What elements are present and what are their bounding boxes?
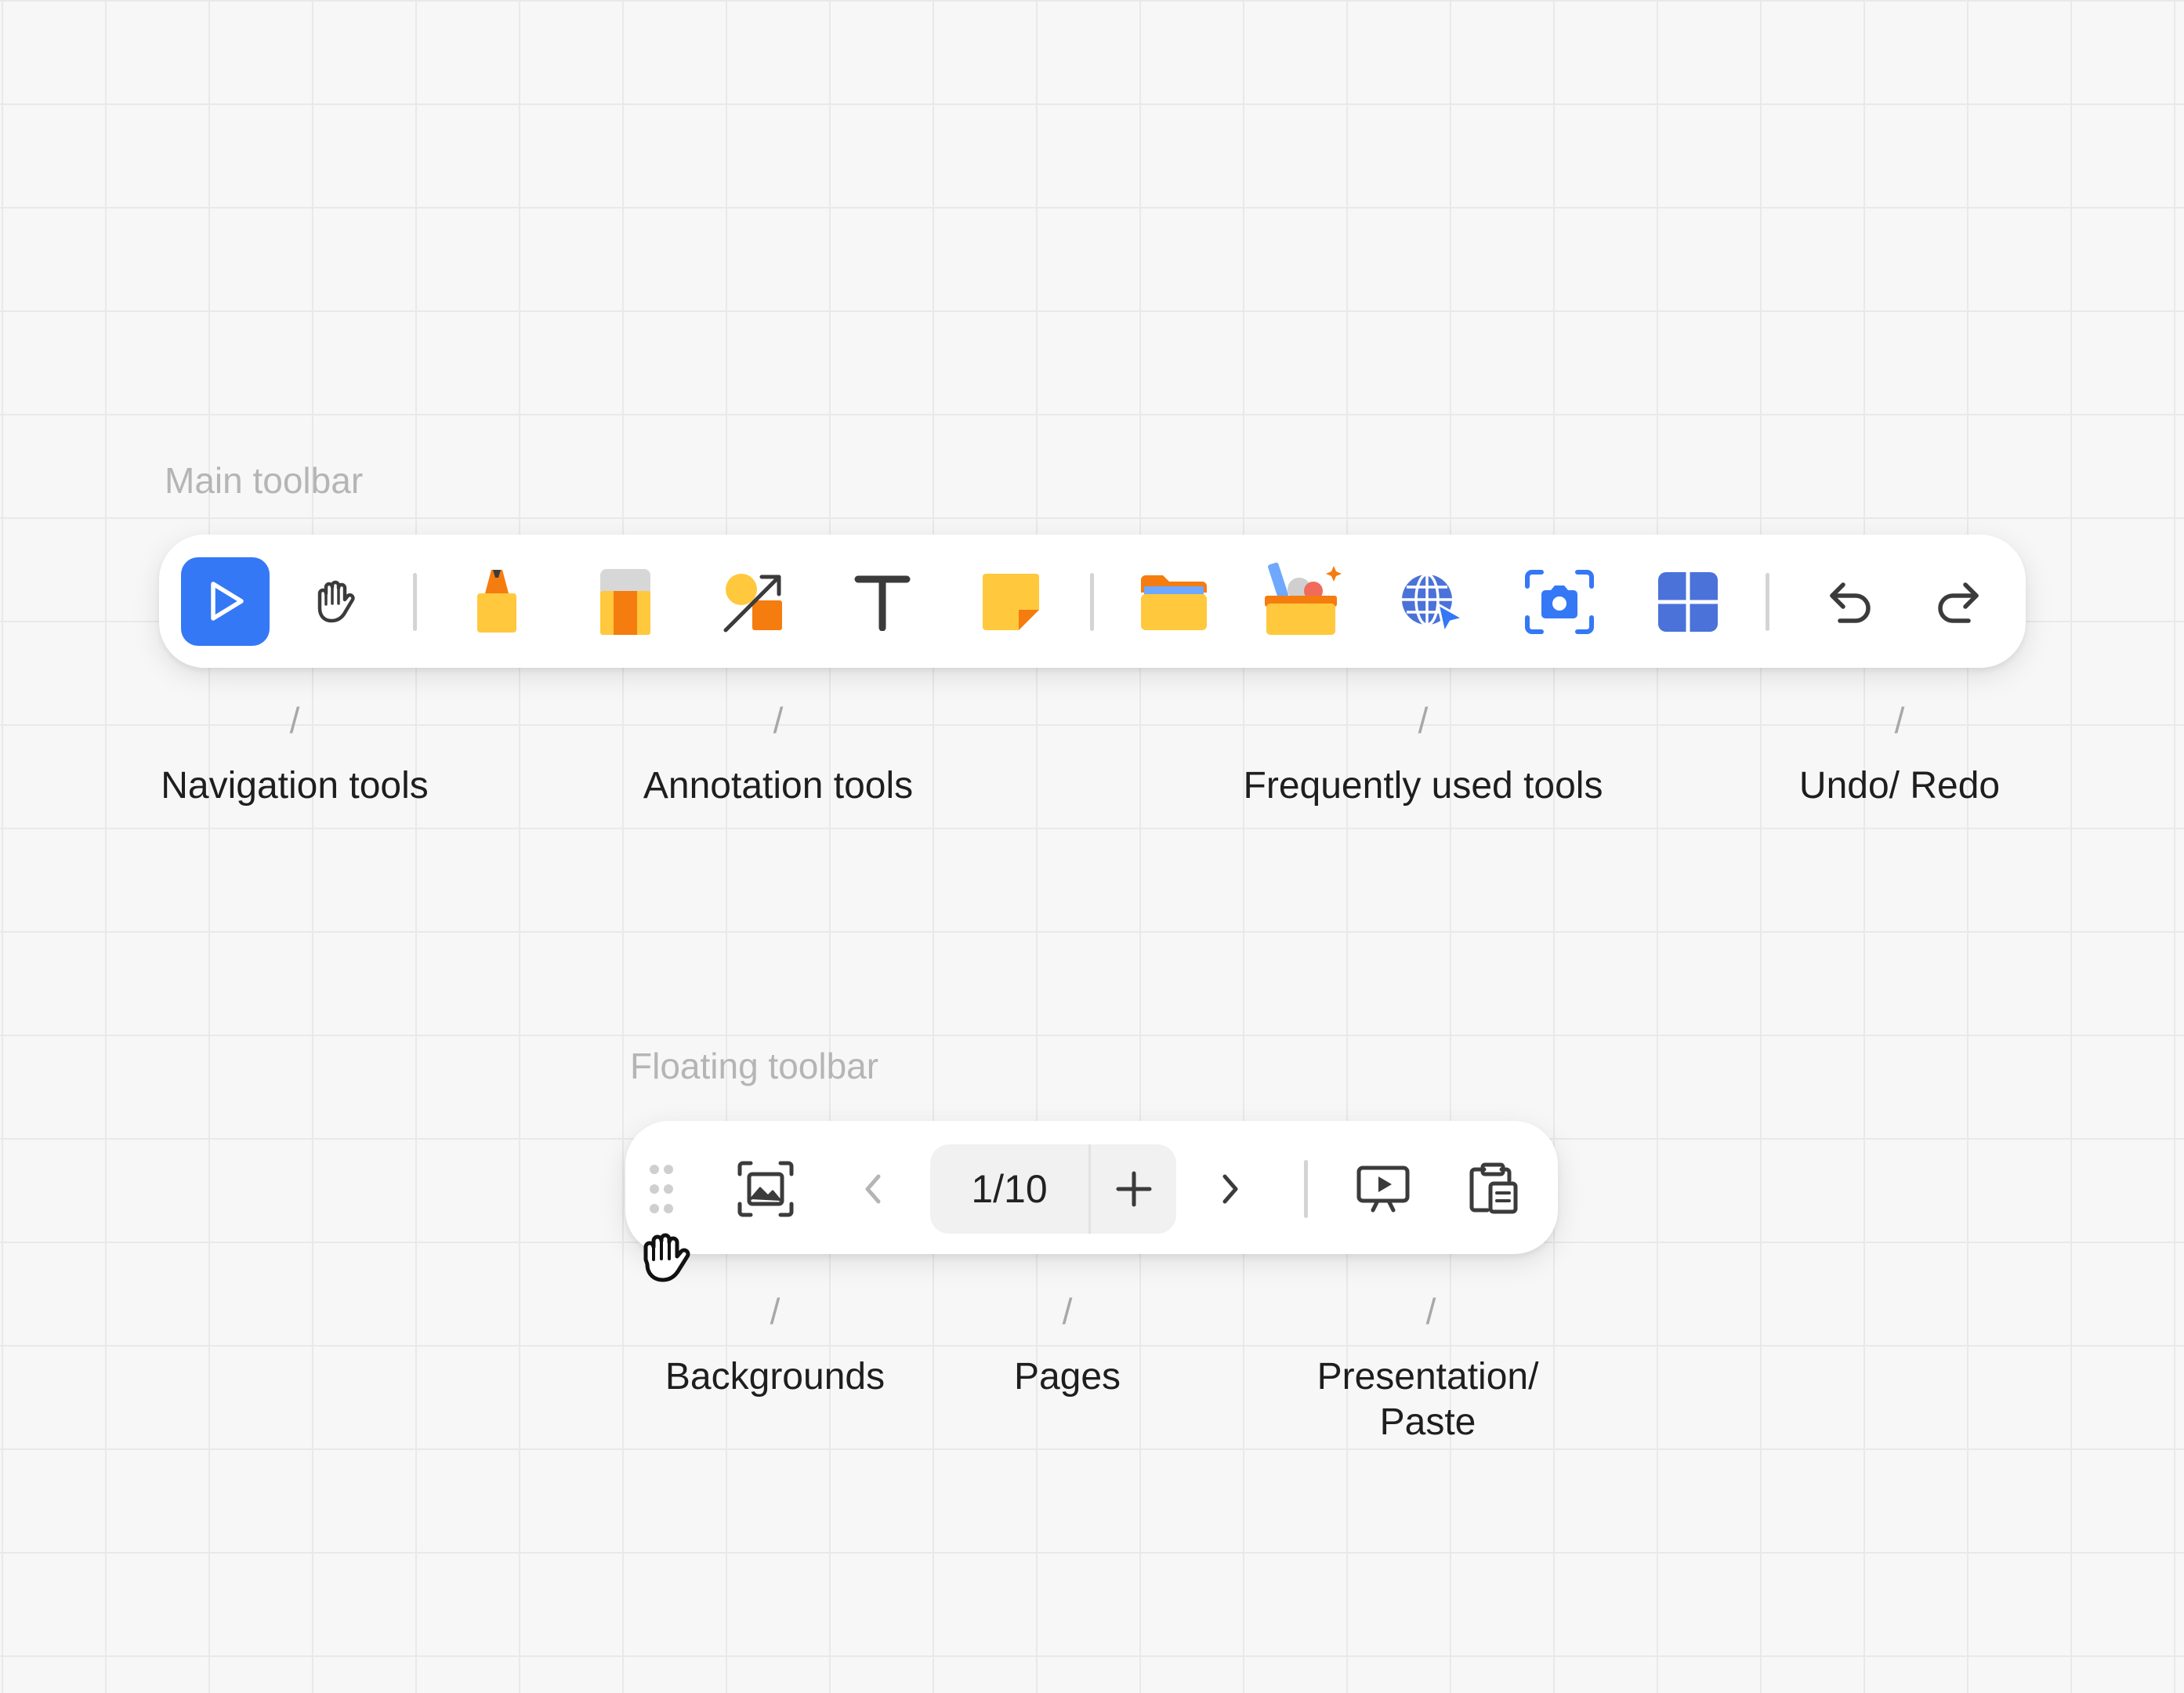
eraser-tool-button[interactable]: [581, 557, 669, 646]
add-page-button[interactable]: [1091, 1144, 1176, 1234]
sticky-note-tool-button[interactable]: [966, 557, 1055, 646]
frequently-used-tools-caption: Frequently used tools: [1243, 765, 1603, 807]
background-image-icon: [737, 1160, 795, 1218]
background-button[interactable]: [721, 1144, 810, 1234]
page-counter: 1/10: [971, 1167, 1048, 1211]
annotation-tools-caption: Annotation tools: [643, 765, 914, 807]
select-tool-button[interactable]: [181, 557, 270, 646]
separator: [1304, 1160, 1308, 1218]
shapes-tool-button[interactable]: [709, 557, 798, 646]
toolbox-tool-button[interactable]: [1258, 551, 1346, 646]
shapes-arrow-icon: [721, 569, 787, 635]
next-page-button[interactable]: [1196, 1155, 1263, 1223]
drag-handle-icon: [646, 1162, 677, 1216]
toolbox-icon: [1262, 560, 1343, 638]
pages-caption: Pages: [1013, 1356, 1121, 1398]
cursor-pointer-icon: [201, 577, 251, 627]
navigation-tools-caption: Navigation tools: [161, 765, 429, 807]
caption-pointer: /: [1062, 1291, 1073, 1332]
chevron-right-icon: [1214, 1172, 1245, 1206]
chevron-left-icon: [858, 1172, 889, 1206]
presentation-icon: [1356, 1165, 1411, 1213]
caption-pointer: /: [1894, 700, 1905, 741]
main-toolbar-label: Main toolbar: [165, 460, 364, 501]
grab-hand-cursor-icon: [633, 1225, 693, 1288]
clipboard-paste-icon: [1465, 1162, 1520, 1216]
backgrounds-caption: Backgrounds: [665, 1356, 886, 1398]
text-tool-button[interactable]: [838, 557, 926, 646]
hand-pan-icon: [306, 573, 364, 631]
presentation-caption-line: Presentation/: [1317, 1356, 1539, 1398]
pen-tool-button[interactable]: [452, 557, 541, 646]
undo-icon: [1826, 577, 1876, 627]
redo-button[interactable]: [1913, 557, 2001, 646]
redo-icon: [1932, 577, 1983, 627]
paste-button[interactable]: [1448, 1144, 1537, 1234]
presentation-button[interactable]: [1338, 1144, 1428, 1234]
folder-icon: [1138, 571, 1210, 633]
separator: [1090, 573, 1094, 631]
separator: [413, 573, 417, 631]
presentation-paste-caption: Presentation/ Paste: [1317, 1354, 1539, 1445]
marker-pen-icon: [469, 567, 524, 637]
sticky-note-icon: [980, 571, 1042, 633]
caption-pointer: /: [1425, 1291, 1436, 1332]
plus-icon: [1114, 1169, 1154, 1209]
floating-toolbar-label: Floating toolbar: [630, 1046, 879, 1086]
drag-handle[interactable]: [641, 1152, 682, 1226]
text-tool-icon: [853, 573, 911, 631]
page-counter-group: 1/10: [930, 1144, 1176, 1234]
caption-pointer: /: [773, 700, 784, 741]
separator: [1766, 573, 1769, 631]
eraser-icon: [596, 566, 654, 638]
camera-screenshot-icon: [1524, 569, 1595, 635]
apps-grid-icon: [1657, 571, 1719, 633]
globe-browser-icon: [1396, 568, 1466, 636]
undo-redo-caption: Undo/ Redo: [1798, 765, 2001, 807]
screenshot-tool-button[interactable]: [1515, 557, 1603, 646]
browser-tool-button[interactable]: [1386, 557, 1475, 646]
hand-tool-button[interactable]: [290, 557, 378, 646]
folder-tool-button[interactable]: [1129, 557, 1218, 646]
apps-tool-button[interactable]: [1643, 557, 1732, 646]
caption-pointer: /: [1418, 700, 1429, 741]
paste-caption-line: Paste: [1379, 1401, 1476, 1443]
undo-button[interactable]: [1806, 557, 1895, 646]
caption-pointer: /: [289, 700, 300, 741]
caption-pointer: /: [770, 1291, 781, 1332]
mouse-cursor: [632, 1224, 694, 1289]
previous-page-button[interactable]: [840, 1155, 907, 1223]
